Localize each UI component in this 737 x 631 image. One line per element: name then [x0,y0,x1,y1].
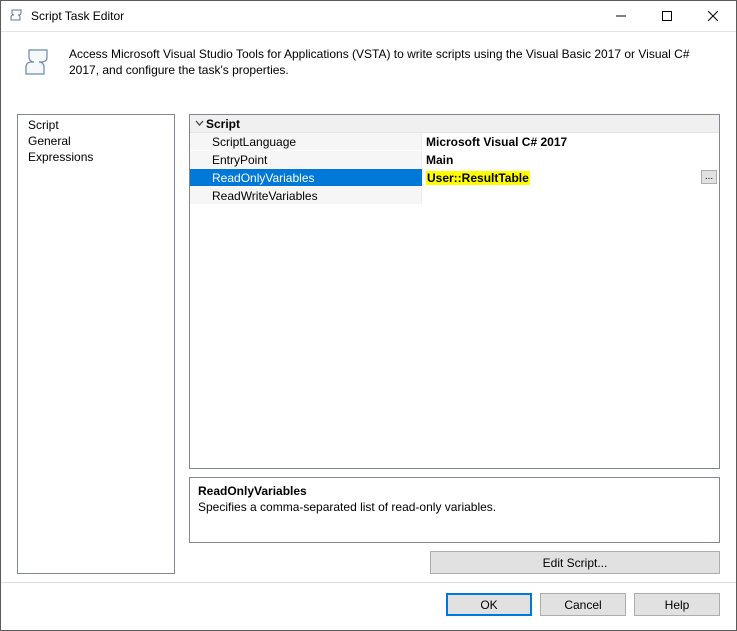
close-button[interactable] [690,1,736,31]
prop-name: ReadOnlyVariables [190,169,422,186]
window-title: Script Task Editor [31,9,124,23]
prop-row-readonlyvariables[interactable]: ReadOnlyVariables User::ResultTable ... [190,169,719,187]
prop-value[interactable]: Main [422,151,719,168]
ok-button[interactable]: OK [446,593,532,616]
property-grid: Script ScriptLanguage Microsoft Visual C… [189,114,720,469]
prop-value[interactable]: User::ResultTable ... [422,169,719,186]
minimize-button[interactable] [598,1,644,31]
prop-value[interactable]: Microsoft Visual C# 2017 [422,133,719,150]
prop-name: ScriptLanguage [190,133,422,150]
grid-fill [190,205,719,468]
nav-item-label: General [28,134,71,148]
edit-script-button[interactable]: Edit Script... [430,551,720,574]
ellipsis-button[interactable]: ... [701,170,717,184]
category-label: Script [206,117,240,131]
nav-item-label: Expressions [28,150,93,164]
prop-name: EntryPoint [190,151,422,168]
right-column: Script ScriptLanguage Microsoft Visual C… [189,114,720,574]
nav-item-general[interactable]: General [18,133,174,149]
help-button[interactable]: Help [634,593,720,616]
prop-row-entrypoint[interactable]: EntryPoint Main [190,151,719,169]
help-panel: ReadOnlyVariables Specifies a comma-sepa… [189,477,720,543]
collapse-icon[interactable] [192,119,206,128]
description-row: Access Microsoft Visual Studio Tools for… [1,32,736,86]
nav-item-label: Script [28,118,59,132]
nav-item-script[interactable]: Script [18,117,174,133]
prop-value[interactable] [422,187,719,204]
edit-script-row: Edit Script... [189,551,720,574]
titlebar: Script Task Editor [1,1,736,32]
cancel-button[interactable]: Cancel [540,593,626,616]
nav-panel: Script General Expressions [17,114,175,574]
footer: OK Cancel Help [1,582,736,630]
script-task-icon [23,46,55,78]
prop-row-readwritevariables[interactable]: ReadWriteVariables [190,187,719,205]
help-title: ReadOnlyVariables [198,484,711,498]
maximize-button[interactable] [644,1,690,31]
description-text: Access Microsoft Visual Studio Tools for… [69,46,718,78]
category-row[interactable]: Script [190,115,719,133]
prop-value-text: User::ResultTable [426,171,530,185]
nav-item-expressions[interactable]: Expressions [18,149,174,165]
window-controls [598,1,736,31]
main-area: Script General Expressions Script Script… [1,86,736,582]
help-text: Specifies a comma-separated list of read… [198,500,711,514]
script-icon [9,8,25,24]
prop-name: ReadWriteVariables [190,187,422,204]
prop-row-scriptlanguage[interactable]: ScriptLanguage Microsoft Visual C# 2017 [190,133,719,151]
